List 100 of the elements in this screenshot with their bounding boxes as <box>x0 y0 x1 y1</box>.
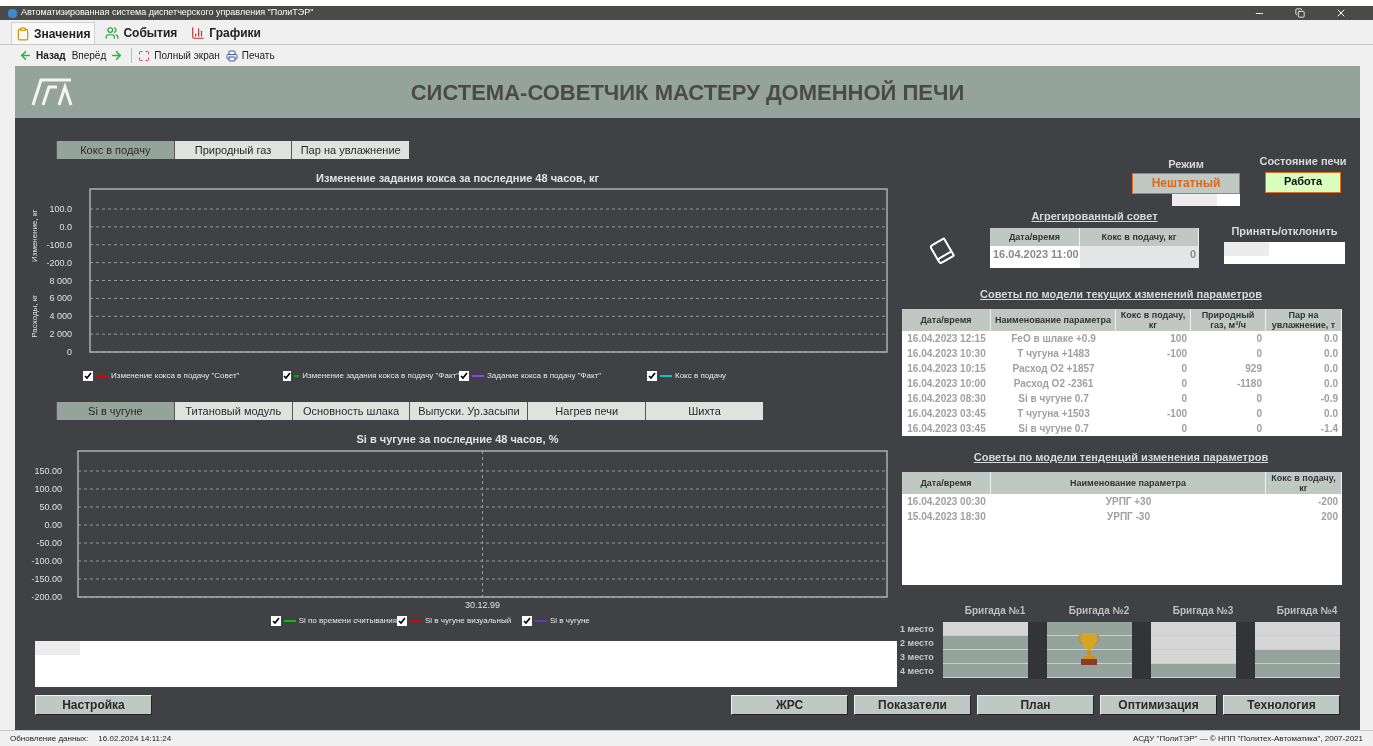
legend-checkbox[interactable] <box>397 616 407 626</box>
close-icon <box>1335 7 1347 19</box>
axis-tick-label: 0.00 <box>44 520 62 530</box>
table-cell-text: 16.04.2023 10:15 <box>906 361 987 376</box>
table-cell-text: 0 <box>1255 421 1263 436</box>
column-header: Наименование параметра <box>991 472 1266 494</box>
back-button[interactable]: Назад <box>19 48 66 63</box>
page-title: СИСТЕМА-СОВЕТЧИК МАСТЕРУ ДОМЕННОЙ ПЕЧИ <box>409 78 966 107</box>
legend-checkbox[interactable] <box>459 371 469 381</box>
table-cell-text: 16.04.2023 10:30 <box>906 346 987 361</box>
axis-tick-label: 100.0 <box>49 204 72 214</box>
menu-tab[interactable]: Значения <box>11 22 96 44</box>
chart-tab[interactable]: Природный газ <box>173 141 292 159</box>
accept-reject-field[interactable] <box>1224 242 1345 264</box>
chart-title: Изменение задания кокса за последние 48 часов, кг <box>315 171 600 185</box>
axis-tick-label: -200.0 <box>46 257 72 268</box>
place-label: 4 место <box>900 665 935 678</box>
table-cell-text: 15.04.2023 18:30 <box>906 510 987 524</box>
fullscreen-icon <box>138 49 151 62</box>
furnace-state-status: Работа <box>1265 171 1341 193</box>
brigade-label: Бригада №2 <box>1068 604 1130 618</box>
legend-checkbox[interactable] <box>647 371 657 381</box>
column-header: Дата/время <box>902 308 991 331</box>
restore-button[interactable] <box>1295 8 1305 18</box>
forward-arrow-icon <box>110 49 124 62</box>
legend-label: Кокс в подачу <box>675 370 727 382</box>
table-cell-text: 16.04.2023 08:30 <box>906 391 987 406</box>
action-button[interactable]: Технология <box>1223 695 1340 715</box>
table-cell-text: 0.0 <box>1323 376 1339 391</box>
section-link[interactable]: Советы по модели текущих изменений параметров <box>980 286 1262 303</box>
table-cell-text: 200 <box>1320 510 1339 524</box>
axis-tick-label: 8 000 <box>49 275 72 286</box>
axis-tick-label: -50.00 <box>36 538 62 548</box>
column-header: Дата/время <box>902 472 991 494</box>
table-cell-text: -1.4 <box>1319 421 1339 436</box>
chart-tab[interactable]: Шихта <box>645 402 763 420</box>
section-link[interactable]: Агрегированный совет <box>1031 207 1158 224</box>
table-cell-text: 0 <box>1255 346 1263 361</box>
chart-tab[interactable]: Пар на увлажнение <box>291 141 409 159</box>
axis-tick-label: 0 <box>67 347 72 357</box>
table-cell-text: 0 <box>1255 331 1263 346</box>
forward-button[interactable]: Вперёд <box>71 48 133 63</box>
table-cell-text: УРПГ +30 <box>1104 495 1153 509</box>
section-link[interactable]: Советы по модели тенденций изменения параметров <box>973 448 1269 465</box>
table-cell-text: -100 <box>1166 346 1188 361</box>
legend-checkbox[interactable] <box>271 616 281 626</box>
menu-tab[interactable]: Графики <box>187 22 265 44</box>
action-button[interactable]: Настройка <box>35 695 152 715</box>
table-cell-text: Si в чугуне 0.7 <box>1017 391 1090 406</box>
action-button[interactable]: ЖРС <box>731 695 848 715</box>
window-title: Автоматизированная система диспетчерского управления "ПолиТЭР" <box>21 6 314 20</box>
chart-tab[interactable]: Основность шлака <box>291 402 410 420</box>
place-label: 2 место <box>900 637 935 650</box>
table-cell-text: 0 <box>1180 391 1188 406</box>
legend-checkbox[interactable] <box>283 371 291 381</box>
table-cell-text: Т чугуна +1503 <box>1016 406 1091 421</box>
legend-label: Si в чугуне <box>550 615 590 627</box>
axis-tick-label: 50.00 <box>39 502 62 512</box>
chart-tab[interactable]: Выпуски. Ур.засыпи <box>409 402 528 420</box>
legend-label: Si в чугуне визуальный <box>425 615 512 627</box>
chart-tab[interactable]: Нагрев печи <box>527 402 646 420</box>
axis-tick-label: 6 000 <box>49 293 72 304</box>
back-arrow-icon <box>19 49 32 62</box>
axis-tick-label: 30.12.99 <box>465 600 500 610</box>
logo-icon <box>31 77 73 107</box>
axis-title: Расходы, кг <box>30 294 39 338</box>
clipboard-icon <box>16 26 30 41</box>
axis-tick-label: -100.00 <box>31 556 62 566</box>
axis-tick-label: 150.00 <box>34 466 62 476</box>
table-cell-text: 929 <box>1244 361 1263 376</box>
legend-checkbox[interactable] <box>522 616 532 626</box>
table-cell-text: УРПГ -30 <box>1106 510 1151 524</box>
axis-tick-label: 100.00 <box>34 484 62 494</box>
fullscreen-button[interactable]: Полный экран <box>138 48 220 63</box>
chart-tab[interactable]: Титановый модуль <box>173 402 292 420</box>
table-cell-text: 0 <box>1255 391 1263 406</box>
table-cell-text: Расход О2 +1857 <box>1011 361 1096 376</box>
table-cell-text: 0.0 <box>1323 346 1339 361</box>
print-icon <box>225 49 238 62</box>
legend-label: Задание кокса в подачу "Факт" <box>487 370 602 382</box>
table-cell-text: 0 <box>1180 361 1188 376</box>
table-cell-text: 16.04.2023 03:45 <box>906 406 987 421</box>
action-button[interactable]: План <box>977 695 1094 715</box>
table-cell-text: Si в чугуне 0.7 <box>1017 421 1090 436</box>
print-button[interactable]: Печать <box>225 48 275 63</box>
action-button[interactable]: Оптимизация <box>1100 695 1217 715</box>
axis-tick-label: -100.0 <box>46 239 72 250</box>
action-button[interactable]: Показатели <box>854 695 971 715</box>
menu-tab[interactable]: События <box>101 22 182 44</box>
chart-tab[interactable]: Si в чугуне <box>56 402 174 420</box>
chart-tab[interactable]: Кокс в подачу <box>56 141 174 159</box>
table-cell-text: 16.04.2023 12:15 <box>906 331 987 346</box>
table-cell-text: 16.04.2023 03:45 <box>906 421 987 436</box>
status-time: 16.02.2024 14:11:24 <box>98 732 172 745</box>
column-header: Кокс в подачу, кг <box>1116 308 1191 331</box>
legend-checkbox[interactable] <box>83 371 93 381</box>
people-icon <box>105 26 120 40</box>
legend-label: Изменение кокса в подачу "Совет" <box>111 370 240 382</box>
close-button[interactable] <box>1335 7 1347 19</box>
table-cell-text: 0 <box>1255 406 1263 421</box>
